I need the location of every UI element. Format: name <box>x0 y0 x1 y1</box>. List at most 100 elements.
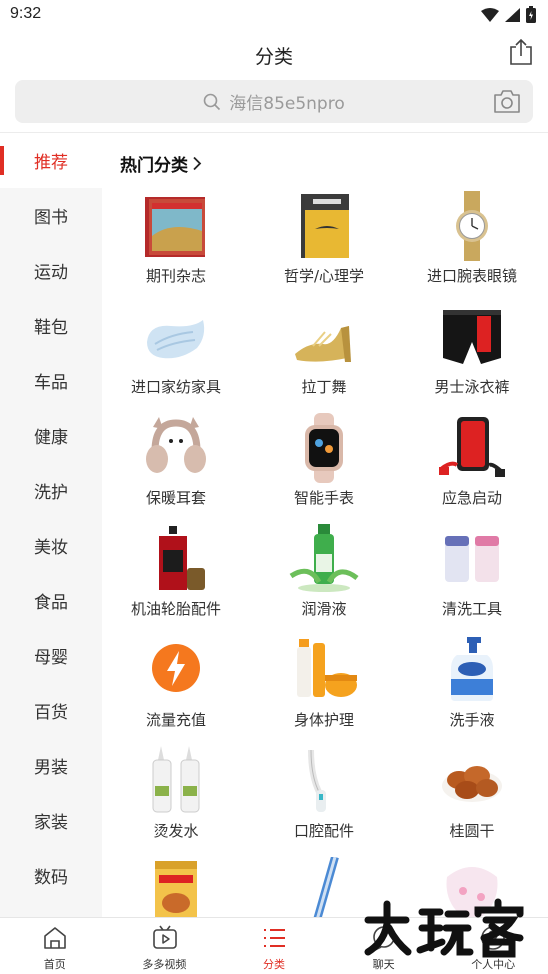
magazine-icon <box>145 197 205 257</box>
cell-signal-icon <box>505 7 520 22</box>
category-item[interactable]: 口腔配件 <box>250 744 398 855</box>
dried-longan-icon <box>442 766 502 802</box>
category-item[interactable]: 润滑液 <box>250 522 398 633</box>
category-label: 期刊杂志 <box>145 267 206 285</box>
battery-icon <box>526 6 536 23</box>
category-label: 流量充值 <box>145 711 206 729</box>
search-icon <box>203 93 221 110</box>
category-item[interactable]: 流量充值 <box>102 633 250 744</box>
page-title: 分类 <box>254 46 293 68</box>
category-item[interactable]: 清洗工具 <box>398 522 546 633</box>
category-item[interactable]: 洗手液 <box>398 633 546 744</box>
watch-icon <box>456 191 488 261</box>
category-item[interactable]: 进口腕表眼镜 <box>398 189 546 300</box>
category-item[interactable] <box>102 855 250 917</box>
lightning-icon <box>152 644 200 692</box>
category-label: 口腔配件 <box>293 822 354 840</box>
category-item[interactable]: 期刊杂志 <box>102 189 250 300</box>
category-label: 清洗工具 <box>441 600 502 618</box>
category-label: 保暖耳套 <box>145 489 206 507</box>
toothbrush-icon <box>313 857 339 917</box>
category-item[interactable]: 哲学/心理学 <box>250 189 398 300</box>
milk-powder-icon <box>155 861 197 917</box>
sidebar-item-menswear[interactable]: 男装 <box>0 738 102 793</box>
status-icons <box>481 6 536 23</box>
category-label: 机油轮胎配件 <box>130 600 221 618</box>
category-item[interactable]: 男士泳衣裤 <box>398 300 546 411</box>
tab-home[interactable]: 首页 <box>0 918 110 974</box>
category-item[interactable]: 机油轮胎配件 <box>102 522 250 633</box>
category-label: 进口腕表眼镜 <box>426 267 517 285</box>
category-item[interactable]: 保暖耳套 <box>102 411 250 522</box>
category-label: 拉丁舞 <box>301 378 347 396</box>
category-label: 润滑液 <box>301 600 347 618</box>
category-item[interactable]: 身体护理 <box>250 633 398 744</box>
hand-soap-icon <box>451 637 493 701</box>
sidebar-item-general[interactable]: 百货 <box>0 683 102 738</box>
search-bar[interactable]: 海信85e5npro <box>15 80 533 123</box>
sidebar-item-car[interactable]: 车品 <box>0 353 102 408</box>
tab-label: 多多视频 <box>142 958 187 971</box>
category-label: 智能手表 <box>293 489 354 507</box>
sidebar-item-beauty[interactable]: 美妆 <box>0 518 102 573</box>
sidebar-item-food[interactable]: 食品 <box>0 573 102 628</box>
jump-starter-icon <box>439 417 505 477</box>
pillow-icon <box>147 320 205 359</box>
share-icon <box>510 38 532 65</box>
book-icon <box>301 194 349 258</box>
status-time: 9:32 <box>10 5 42 22</box>
category-item[interactable]: 进口家纺家具 <box>102 300 250 411</box>
category-item[interactable]: 智能手表 <box>250 411 398 522</box>
tab-video[interactable]: 多多视频 <box>110 918 220 974</box>
category-item[interactable]: 应急启动 <box>398 411 546 522</box>
category-label: 进口家纺家具 <box>130 378 221 396</box>
sidebar-item-personal-care[interactable]: 洗护 <box>0 463 102 518</box>
sidebar-item-books[interactable]: 图书 <box>0 188 102 243</box>
header: 分类 <box>0 30 548 76</box>
cleaning-case-icon <box>445 536 499 582</box>
sidebar-item-digital[interactable]: 数码 <box>0 848 102 903</box>
sidebar-item-baby[interactable]: 母婴 <box>0 628 102 683</box>
smartwatch-icon <box>305 413 343 483</box>
sidebar-item-health[interactable]: 健康 <box>0 408 102 463</box>
share-button[interactable] <box>508 38 534 66</box>
tab-category[interactable]: 分类 <box>219 918 329 974</box>
category-list-icon <box>264 929 286 947</box>
category-sidebar: 推荐 图书 运动 鞋包 车品 健康 洗护 美妆 食品 母婴 百货 男装 家装 数… <box>0 133 102 917</box>
watermark-logo <box>364 898 524 958</box>
category-item[interactable]: 烫发水 <box>102 744 250 855</box>
perm-lotion-icon <box>152 746 200 813</box>
search-input[interactable]: 海信85e5npro <box>229 89 345 114</box>
tab-label: 聊天 <box>372 958 395 971</box>
dance-shoe-icon <box>295 326 351 362</box>
hot-categories-link[interactable]: 热门分类 <box>120 151 202 176</box>
body-care-icon <box>297 639 357 697</box>
section-title: 热门分类 <box>120 156 188 176</box>
category-label: 桂圆干 <box>449 822 495 840</box>
camera-search-button[interactable] <box>493 89 521 114</box>
earmuff-icon <box>146 417 206 473</box>
category-label: 哲学/心理学 <box>283 267 365 285</box>
sidebar-item-shoes-bags[interactable]: 鞋包 <box>0 298 102 353</box>
category-label: 男士泳衣裤 <box>434 378 510 396</box>
category-item[interactable]: 拉丁舞 <box>250 300 398 411</box>
category-label: 身体护理 <box>293 711 354 729</box>
camera-icon <box>494 90 520 113</box>
wifi-icon <box>481 7 499 22</box>
sidebar-item-recommend[interactable]: 推荐 <box>0 133 102 188</box>
category-item[interactable]: 桂圆干 <box>398 744 546 855</box>
video-icon <box>152 925 177 949</box>
category-label: 烫发水 <box>153 822 199 840</box>
category-label: 洗手液 <box>449 711 495 729</box>
chevron-right-icon <box>193 156 202 171</box>
home-icon <box>44 927 66 949</box>
lubricant-icon <box>289 524 359 592</box>
water-flosser-icon <box>308 749 326 812</box>
tab-label: 首页 <box>43 958 66 971</box>
category-content: 热门分类 期刊杂志 哲学/心理学 进口腕表眼镜 进口家纺家具 拉丁舞 男士泳衣裤… <box>102 133 548 917</box>
status-bar: 9:32 <box>0 0 548 30</box>
sidebar-item-sports[interactable]: 运动 <box>0 243 102 298</box>
tab-label: 个人中心 <box>471 958 516 971</box>
sidebar-item-home-decor[interactable]: 家装 <box>0 793 102 848</box>
category-label: 应急启动 <box>441 489 502 507</box>
